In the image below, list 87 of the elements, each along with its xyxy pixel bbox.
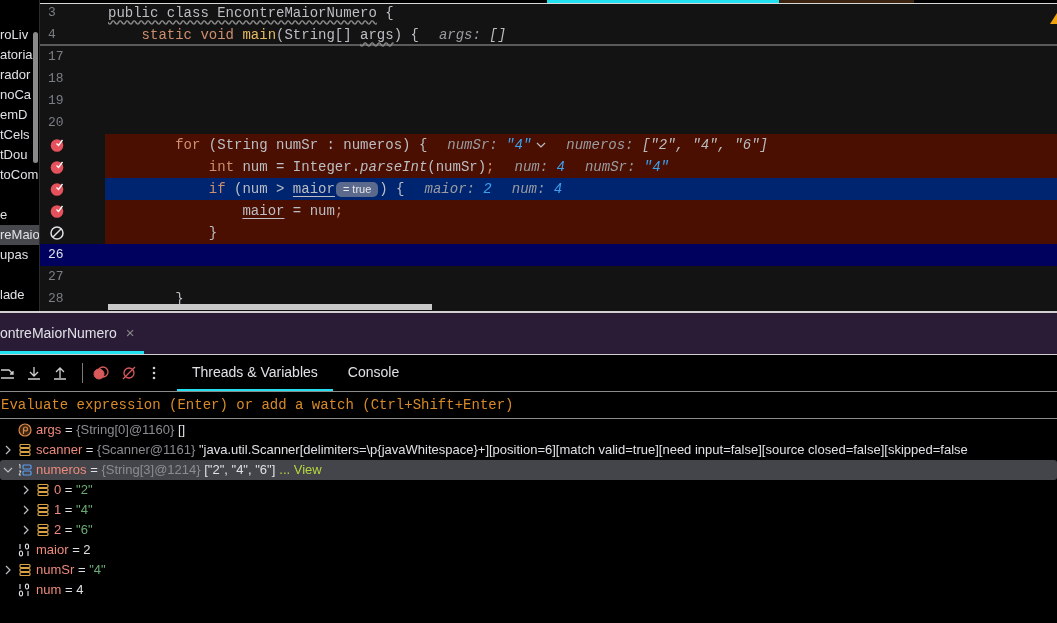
tree-item[interactable]: noCa [0,85,39,105]
variable-row[interactable]: 0 = "2" [0,480,1057,500]
tree-item[interactable]: reMaio [0,225,39,245]
breakpoint-icon[interactable] [50,204,64,218]
variable-text: scanner = {Scanner@1161} "java.util.Scanner[delimiters=\p{javaWhitespace}+][position=6][match valid=true][need input=false][source closed=false][skipped=false [36,441,968,460]
horizontal-scrollbar[interactable] [108,304,432,310]
field-stack-icon [18,563,32,577]
step-icon[interactable] [1,366,15,380]
debugger-tab[interactable]: Console [332,355,415,391]
line-number: 4 [48,26,56,45]
field-stack-icon [36,523,50,537]
line-number: 3 [48,4,56,23]
inline-debug-value: numeros: ["2", "4", "6"] [566,135,768,155]
breakpoints-icon[interactable] [93,366,109,380]
array-icon [18,463,32,477]
binary-digits-icon [18,543,32,557]
inline-debug-value: maior: 2 [424,179,492,199]
tree-item[interactable]: toCom [0,165,39,185]
tree-item[interactable]: roLiv [0,25,39,45]
inline-debug-value: num: 4 [514,157,565,177]
code-text: for (String numSr : numeros) { [174,135,428,155]
warning-icon[interactable] [1050,13,1057,25]
up-arrow-icon[interactable] [53,366,67,380]
field-stack-icon [36,503,50,517]
view-link[interactable]: ... View [279,460,322,480]
line-number: 19 [48,92,64,111]
variable-row[interactable]: numSr = "4" [0,560,1057,580]
inline-debug-value: args: [] [438,25,507,45]
variable-row[interactable]: 2 = "6" [0,520,1057,540]
variable-text: num = 4 [36,581,84,600]
more-icon[interactable] [152,366,156,380]
code-text: } [207,223,218,243]
line-number: 20 [48,114,64,133]
inline-debug-value: num: 4 [511,179,563,199]
chevron-right-icon[interactable] [21,485,31,495]
tree-item[interactable]: tDou [0,145,39,165]
parameter-icon [18,423,32,437]
variable-row[interactable]: 1 = "4" [0,500,1057,520]
tree-item[interactable]: tCels [0,125,39,145]
line-number: 26 [48,246,64,265]
code-text: if (num > maior = true ) { [207,179,405,199]
variable-text: 2 = "6" [54,521,93,540]
chevron-down-icon[interactable] [536,141,547,149]
tree-item[interactable]: lade [0,285,39,305]
tree-item[interactable]: upas [0,245,39,265]
chevron-right-icon[interactable] [21,525,31,535]
tree-item[interactable]: atoria [0,45,39,65]
close-button[interactable]: × [125,319,135,345]
down-arrow-icon[interactable] [27,366,41,380]
chevron-right-icon[interactable] [21,505,31,515]
variable-row[interactable]: scanner = {Scanner@1161} "java.util.Scanner[delimiters=\p{javaWhitespace}+][position=6][match valid=true][need input=false][source closed=false][skipped=false [0,440,1057,460]
variable-row[interactable]: num = 4 [0,580,1057,600]
variable-row[interactable]: args = {String[0]@1160} [] [0,420,1057,440]
mute-breakpoints-icon[interactable] [121,366,137,380]
variable-text: 1 = "4" [54,501,93,520]
code-text: int num = Integer.parseInt(numSr); [207,157,495,177]
line-number: 18 [48,70,64,89]
tree-item[interactable]: e [0,205,39,225]
chevron-right-icon[interactable] [3,565,13,575]
evaluate-expression-field[interactable]: Evaluate expression (Enter) or add a watch (Ctrl+Shift+Enter) [0,394,1057,416]
variable-text: numSr = "4" [36,561,106,580]
tree-item[interactable]: emD [0,105,39,125]
chevron-right-icon[interactable] [3,445,13,455]
field-stack-icon [36,483,50,497]
inline-value-badge: = true [335,181,379,197]
inline-debug-value: numSr: "4" [584,157,669,177]
variable-text: maior = 2 [36,541,91,560]
breakpoint-icon[interactable] [50,138,64,152]
variable-text: 0 = "2" [54,481,93,500]
inline-debug-value: numSr: "4" [447,135,532,155]
code-text: public class EncontreMaiorNumero { [108,3,394,23]
breakpoint-icon[interactable] [50,160,64,174]
line-number: 27 [48,268,64,287]
variable-text: numeros = {String[3]@1214} ["2", "4", "6"] [36,461,276,480]
binary-digits-icon [18,583,32,597]
field-stack-icon [18,443,32,457]
tree-item[interactable]: rador [0,65,39,85]
code-text: maior = num; [241,201,344,221]
breakpoint-icon[interactable] [50,182,64,196]
variable-text: args = {String[0]@1160} [] [36,421,186,440]
line-number: 17 [48,48,64,67]
line-number: 28 [48,290,64,309]
variable-row[interactable]: numeros = {String[3]@1214} ["2", "4", "6"] ... View [0,460,1057,480]
scrollbar[interactable] [33,32,38,163]
code-text: static void main(String[] args) { [140,25,419,45]
variable-row[interactable]: maior = 2 [0,540,1057,560]
chevron-down-icon[interactable] [3,465,13,475]
